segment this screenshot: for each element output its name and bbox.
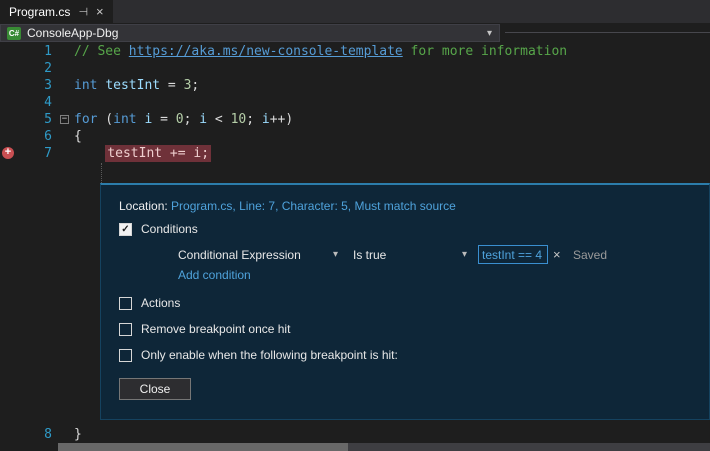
saved-status: Saved [573,248,607,262]
code-token: int [74,78,97,93]
code-text[interactable]: { [74,128,82,145]
code-token: ; [184,112,200,127]
remove-once-label: Remove breakpoint once hit [141,322,290,336]
code-line-5: 5−for (int i = 0; i < 10; i++) [0,111,710,128]
code-token: } [74,427,82,442]
location-value: Program.cs, Line: 7, Character: 5, Must … [171,199,456,213]
tab-bar: Program.cs ⊤ × [0,0,710,23]
pin-icon[interactable]: ⊤ [77,7,90,17]
line-number: 5 [0,111,58,128]
only-enable-label: Only enable when the following breakpoin… [141,348,398,362]
condition-editor-row: Conditional Expression ▾ Is true ▾ × Sav… [101,246,710,266]
breakpoint-glyph[interactable]: + [2,147,14,159]
code-text[interactable]: for (int i = 0; i < 10; i++) [74,111,293,128]
breakpoint-plus-icon: + [2,147,14,158]
breakpoint-settings-window: Location: Program.cs, Line: 7, Character… [100,183,710,420]
code-line-8: 8} [0,426,710,443]
conditions-checkbox[interactable]: ✓ [119,223,132,236]
project-selector-dropdown[interactable]: C# ConsoleApp-Dbg ▾ [0,24,500,42]
check-icon: ✓ [121,224,129,235]
fold-margin [58,60,74,77]
code-text[interactable]: // See https://aka.ms/new-console-templa… [74,43,567,60]
remove-once-row: Remove breakpoint once hit [119,322,290,336]
tab-title: Program.cs [9,5,70,19]
code-line-3: 3 int testInt = 3; [0,77,710,94]
code-text[interactable]: } [74,426,82,443]
conditions-label: Conditions [141,222,198,236]
fold-margin [58,145,74,162]
code-text[interactable]: testInt += i; [74,145,211,162]
fold-margin [58,426,74,443]
condition-expression-input[interactable] [478,245,548,264]
vs-editor-window: Program.cs ⊤ × C# ConsoleApp-Dbg ▾ 1 // S… [0,0,710,451]
close-tab-icon[interactable]: × [96,4,104,19]
code-token: ++) [270,112,293,127]
code-token: i [199,112,207,127]
fold-margin [58,77,74,94]
toolbar-row: C# ConsoleApp-Dbg ▾ [0,23,710,43]
chevron-down-icon[interactable]: ▾ [333,249,338,260]
code-token: for [74,112,97,127]
condition-type-dropdown[interactable]: Conditional Expression [178,248,301,262]
add-condition-link[interactable]: Add condition [178,268,251,282]
code-token: = [152,112,175,127]
code-token: i [262,112,270,127]
code-text[interactable]: int testInt = 3; [74,77,199,94]
code-line-7: 7 testInt += i; [0,145,710,162]
code-token: { [74,129,82,144]
code-token: ( [97,112,113,127]
remove-once-checkbox[interactable] [119,323,132,336]
conditions-row: ✓ Conditions [119,222,198,236]
code-token: ; [246,112,262,127]
tab-program-cs[interactable]: Program.cs ⊤ × [0,0,113,23]
fold-margin [58,94,74,111]
actions-row: Actions [119,296,180,310]
code-token: https://aka.ms/new-console-template [129,44,403,59]
code-token: = [160,78,183,93]
fold-margin: − [58,111,74,128]
scrollbar-thumb[interactable] [58,443,348,451]
line-number: 2 [0,60,58,77]
line-number: 1 [0,43,58,60]
code-line-1: 1 // See https://aka.ms/new-console-templ… [0,43,710,60]
code-token: // See [74,44,129,59]
code-line-6: 6{ [0,128,710,145]
code-token [74,146,105,161]
actions-checkbox[interactable] [119,297,132,310]
clear-condition-icon[interactable]: × [553,247,561,262]
fold-margin [58,43,74,60]
line-number: 6 [0,128,58,145]
actions-label: Actions [141,296,180,310]
code-token: for more information [403,44,567,59]
code-line-2: 2 [0,60,710,77]
condition-operator-dropdown[interactable]: Is true [353,248,386,262]
fold-toggle-icon[interactable]: − [60,115,69,124]
line-number: 4 [0,94,58,111]
separator-line [505,32,710,33]
csharp-project-icon: C# [7,27,21,40]
code-line-4: 4 [0,94,710,111]
only-enable-checkbox[interactable] [119,349,132,362]
project-selector-value: ConsoleApp-Dbg [27,26,118,40]
code-token: 10 [231,112,247,127]
code-token: ; [191,78,199,93]
code-token: int [113,112,136,127]
horizontal-scrollbar[interactable] [58,443,710,451]
chevron-down-icon[interactable]: ▾ [487,28,492,39]
code-token: testInt [105,78,160,93]
fold-margin [58,128,74,145]
chevron-down-icon[interactable]: ▾ [462,249,467,260]
indent-guide [101,163,102,183]
line-number: 8 [0,426,58,443]
location-line: Location: Program.cs, Line: 7, Character… [119,199,456,213]
close-button[interactable]: Close [119,378,191,400]
line-number: 3 [0,77,58,94]
code-token: testInt += i; [105,145,211,162]
code-token: 0 [176,112,184,127]
only-enable-row: Only enable when the following breakpoin… [119,348,398,362]
code-token: < [207,112,230,127]
location-label: Location: [119,199,168,213]
